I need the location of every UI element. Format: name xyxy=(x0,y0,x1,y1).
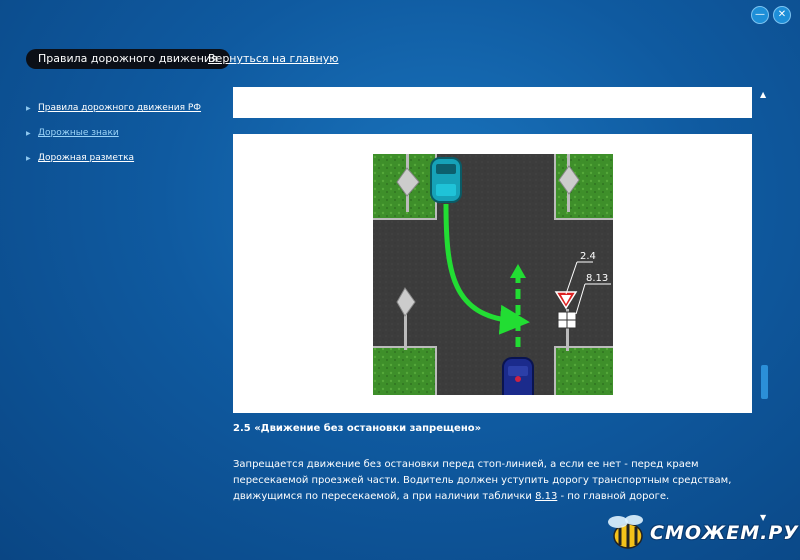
section-title: 2.5 «Движение без остановки запрещено» xyxy=(233,423,482,434)
sign-label-2-4: 2.4 xyxy=(580,251,596,262)
grass-corner xyxy=(373,347,436,395)
bullet-arrow-icon: ▶ xyxy=(26,154,31,162)
section-body: Запрещается движение без остановки перед… xyxy=(233,457,733,505)
sidebar-nav: ▶ Правила дорожного движения РФ ▶ Дорожн… xyxy=(26,101,201,176)
minimize-icon: — xyxy=(755,9,765,20)
figure-panel: 2.4 8.13 xyxy=(233,134,752,413)
body-text-part: - по главной дороге. xyxy=(557,491,670,502)
sidebar-item-markings[interactable]: ▶ Дорожная разметка xyxy=(26,151,201,165)
close-button[interactable]: ✕ xyxy=(773,6,791,24)
bullet-arrow-icon: ▶ xyxy=(26,104,31,112)
close-icon: ✕ xyxy=(777,9,787,20)
sidebar-item-label[interactable]: Дорожные знаки xyxy=(38,128,119,138)
plate-8-13-link[interactable]: 8.13 xyxy=(535,491,557,502)
previous-figure-strip xyxy=(233,87,752,118)
bullet-arrow-icon: ▶ xyxy=(26,129,31,137)
minimize-button[interactable]: — xyxy=(751,6,769,24)
sign-label-8-13: 8.13 xyxy=(586,273,608,284)
car-top xyxy=(430,157,462,203)
watermark-text: СМОЖЕМ.РУ xyxy=(650,522,799,544)
scroll-up-arrow-icon[interactable]: ▲ xyxy=(760,90,766,99)
intersection-illustration: 2.4 8.13 xyxy=(373,154,613,395)
app-title: Правила дорожного движения xyxy=(26,49,230,69)
car-bottom xyxy=(502,357,534,395)
sidebar-item-signs[interactable]: ▶ Дорожные знаки xyxy=(26,126,201,140)
sidebar-item-rules[interactable]: ▶ Правила дорожного движения РФ xyxy=(26,101,201,115)
sidebar-item-label[interactable]: Дорожная разметка xyxy=(38,153,134,163)
sidebar-item-label[interactable]: Правила дорожного движения РФ xyxy=(38,103,201,113)
home-link[interactable]: Вернуться на главную xyxy=(208,52,338,65)
grass-corner xyxy=(555,347,613,395)
scrollbar-thumb[interactable] xyxy=(761,365,768,399)
